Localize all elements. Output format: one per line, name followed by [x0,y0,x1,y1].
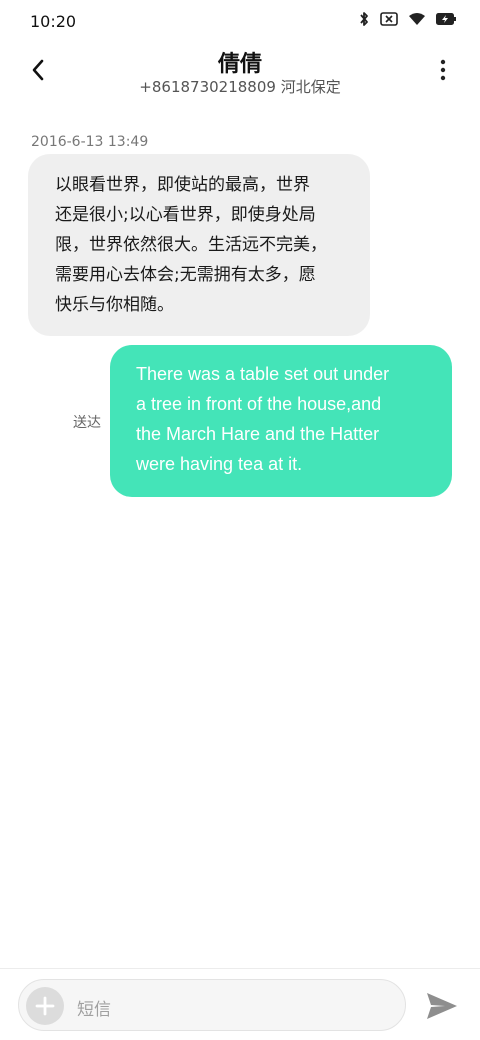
contact-phone-location: +8618730218809 河北保定 [139,78,341,96]
message-line: a tree in front of the house,and [136,394,382,414]
message-line: 还是很小;以心看世界，即使身处局 [55,205,316,225]
outgoing-message-bubble[interactable]: There was a table set out under a tree i… [110,345,452,497]
no-sim-icon [380,12,398,26]
status-bar: 10:20 [0,0,480,42]
send-icon [427,993,457,1019]
more-vertical-icon [440,59,446,81]
composer-bar: 短信 [0,968,480,1040]
incoming-message-bubble[interactable]: 以眼看世界，即使站的最高，世界 还是很小;以心看世界，即使身处局 限，世界依然很… [28,154,370,336]
status-time: 10:20 [30,12,77,31]
message-input-placeholder: 短信 [77,1000,111,1020]
plus-icon [35,996,55,1016]
message-input[interactable]: 短信 [18,979,406,1031]
send-button[interactable] [424,989,460,1023]
delivery-status: 送达 [73,415,101,431]
status-icons [358,11,456,27]
contact-name: 倩倩 [217,52,262,77]
message-line: the March Hare and the Hatter [136,424,380,444]
more-options-button[interactable] [432,56,454,84]
message-line: 以眼看世界，即使站的最高，世界 [55,175,310,195]
wifi-icon [408,12,426,26]
message-line: 快乐与你相随。 [55,295,174,315]
message-line: were having tea at it. [136,454,303,474]
message-line: 限，世界依然很大。生活远不完美， [55,235,327,255]
battery-charging-icon [436,13,456,25]
message-timestamp: 2016-6-13 13:49 [31,134,149,150]
add-attachment-button[interactable] [26,987,64,1025]
message-line: There was a table set out under [136,364,390,384]
message-line: 需要用心去体会;无需拥有太多，愿 [55,265,316,285]
conversation-header: 倩倩 +8618730218809 河北保定 [0,42,480,102]
bluetooth-icon [358,11,370,27]
